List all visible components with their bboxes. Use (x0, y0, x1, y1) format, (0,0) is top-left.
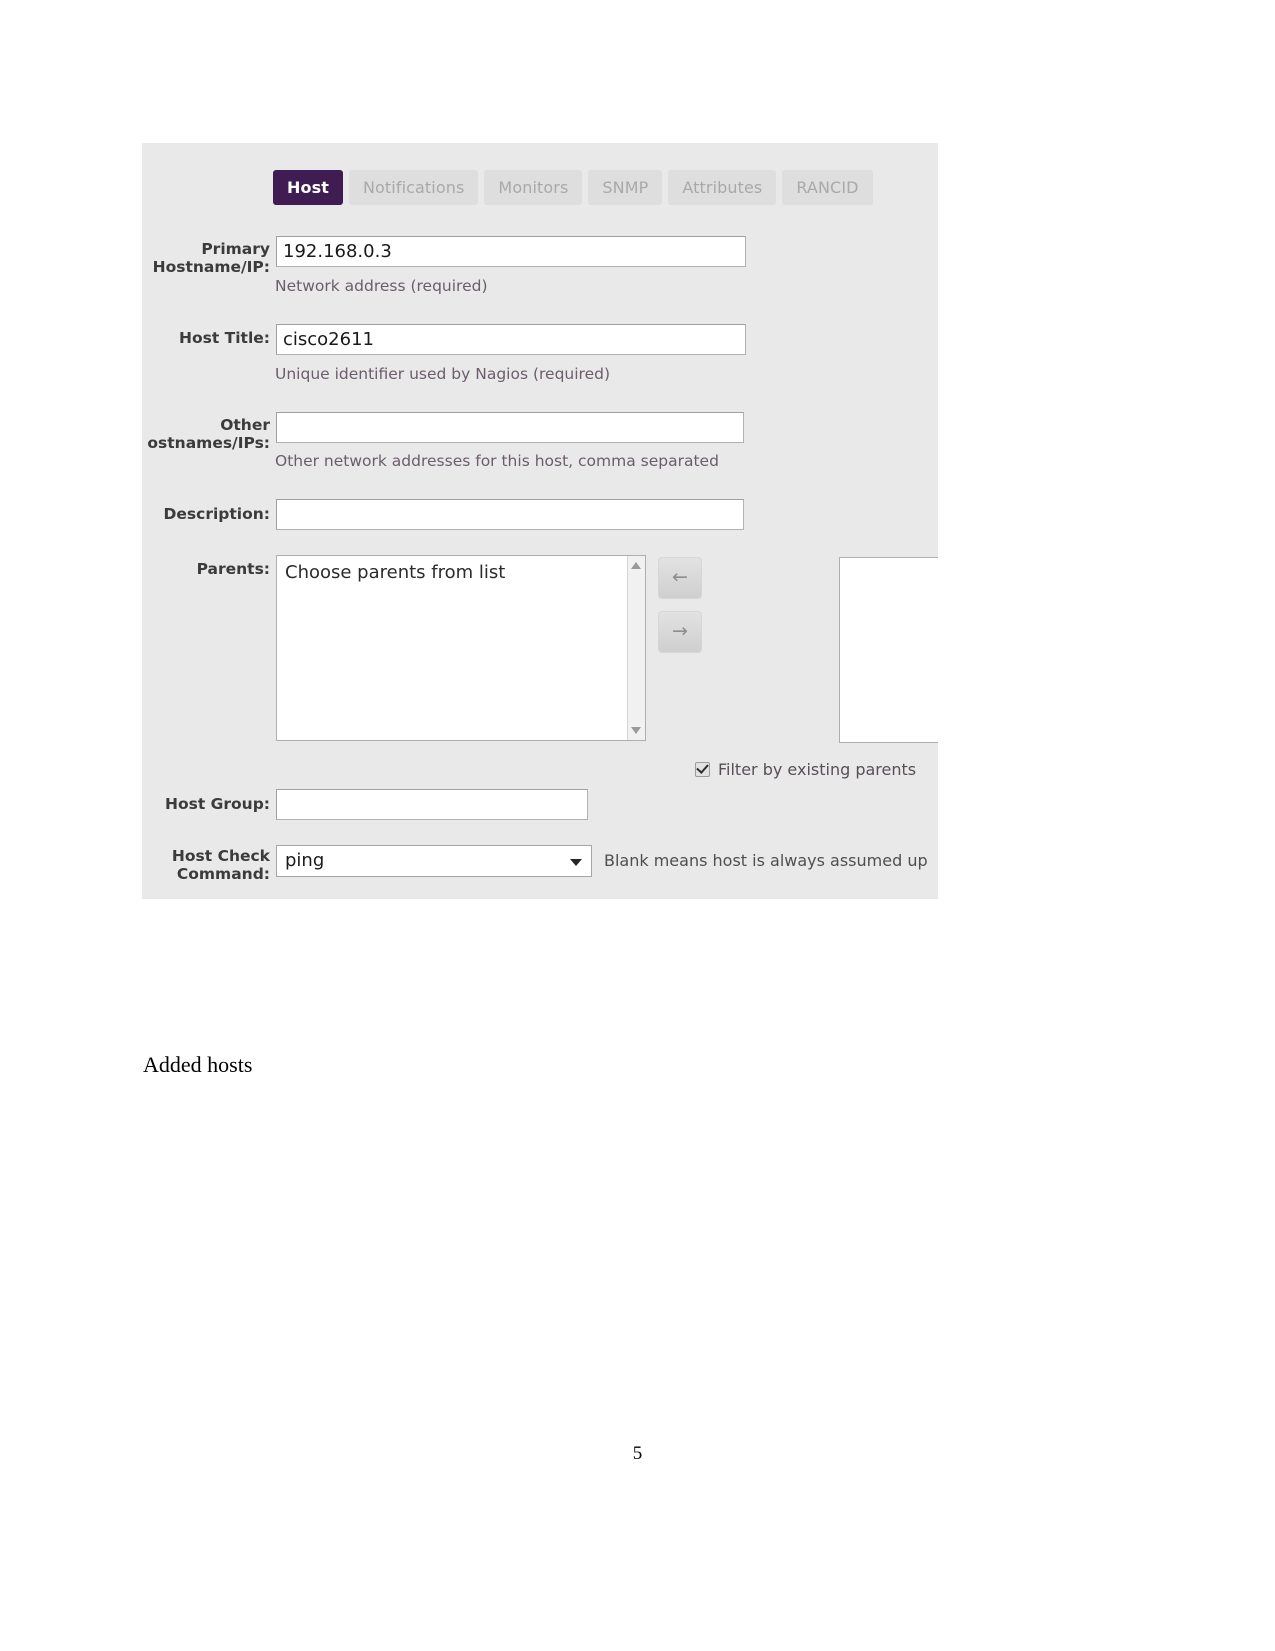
tab-notifications[interactable]: Notifications (348, 170, 479, 205)
host-title-helper: Unique identifier used by Nagios (requir… (275, 365, 610, 383)
host-title-row: Host Title: cisco2611 (142, 324, 746, 355)
tab-rancid[interactable]: RANCID (782, 170, 873, 205)
host-check-command-note: Blank means host is always assumed up (604, 851, 928, 870)
parents-available-placeholder: Choose parents from list (285, 562, 506, 583)
scroll-down-arrow-icon[interactable] (631, 727, 641, 734)
primary-hostname-row: Primary Hostname/IP: 192.168.0.3 (142, 236, 746, 276)
host-group-input[interactable] (276, 789, 588, 820)
other-hostnames-row: Other ostnames/IPs: (142, 412, 744, 452)
parents-label: Parents: (196, 560, 270, 578)
other-hostnames-helper: Other network addresses for this host, c… (275, 452, 719, 470)
tab-host[interactable]: Host (273, 170, 343, 205)
host-group-label: Host Group: (165, 795, 270, 813)
checkmark-icon (696, 761, 709, 774)
host-check-command-value: ping (285, 850, 325, 871)
host-check-command-label: Host Check Command: (171, 847, 270, 883)
parents-available-listbox[interactable]: Choose parents from list (276, 555, 646, 741)
description-input[interactable] (276, 499, 744, 530)
filter-by-existing-parents-row: Filter by existing parents (695, 760, 916, 779)
host-title-input[interactable]: cisco2611 (276, 324, 746, 355)
parents-transfer-buttons: ← → (658, 557, 702, 653)
page-number: 5 (632, 1443, 643, 1464)
primary-hostname-helper: Network address (required) (275, 277, 488, 295)
host-config-form-screenshot: Host Notifications Monitors SNMP Attribu… (142, 143, 938, 899)
filter-by-existing-parents-label: Filter by existing parents (718, 760, 917, 779)
other-hostnames-input[interactable] (276, 412, 744, 443)
primary-hostname-label: Primary Hostname/IP: (152, 240, 270, 276)
filter-by-existing-parents-checkbox[interactable] (695, 761, 710, 777)
description-row: Description: (142, 499, 744, 530)
host-group-row: Host Group: (142, 789, 588, 820)
parents-selected-listbox[interactable] (839, 557, 938, 743)
tab-snmp[interactable]: SNMP (588, 170, 663, 205)
parents-listbox-scrollbar[interactable] (627, 556, 645, 740)
parents-row: Parents: Choose parents from list ← → (142, 555, 702, 741)
figure-caption: Added hosts (143, 1052, 253, 1077)
arrow-right-icon[interactable]: → (658, 611, 702, 653)
arrow-left-icon[interactable]: ← (658, 557, 702, 599)
tab-monitors[interactable]: Monitors (484, 170, 583, 205)
scroll-up-arrow-icon[interactable] (631, 562, 641, 569)
tab-bar: Host Notifications Monitors SNMP Attribu… (273, 170, 873, 205)
description-label: Description: (163, 505, 270, 523)
tab-attributes[interactable]: Attributes (668, 170, 777, 205)
host-check-command-row: Host Check Command: ping Blank means hos… (142, 845, 928, 883)
host-check-command-select[interactable]: ping (276, 845, 592, 877)
host-title-label: Host Title: (179, 329, 270, 347)
primary-hostname-input[interactable]: 192.168.0.3 (276, 236, 746, 267)
other-hostnames-label: Other ostnames/IPs: (147, 416, 270, 452)
chevron-down-icon[interactable] (570, 859, 582, 866)
